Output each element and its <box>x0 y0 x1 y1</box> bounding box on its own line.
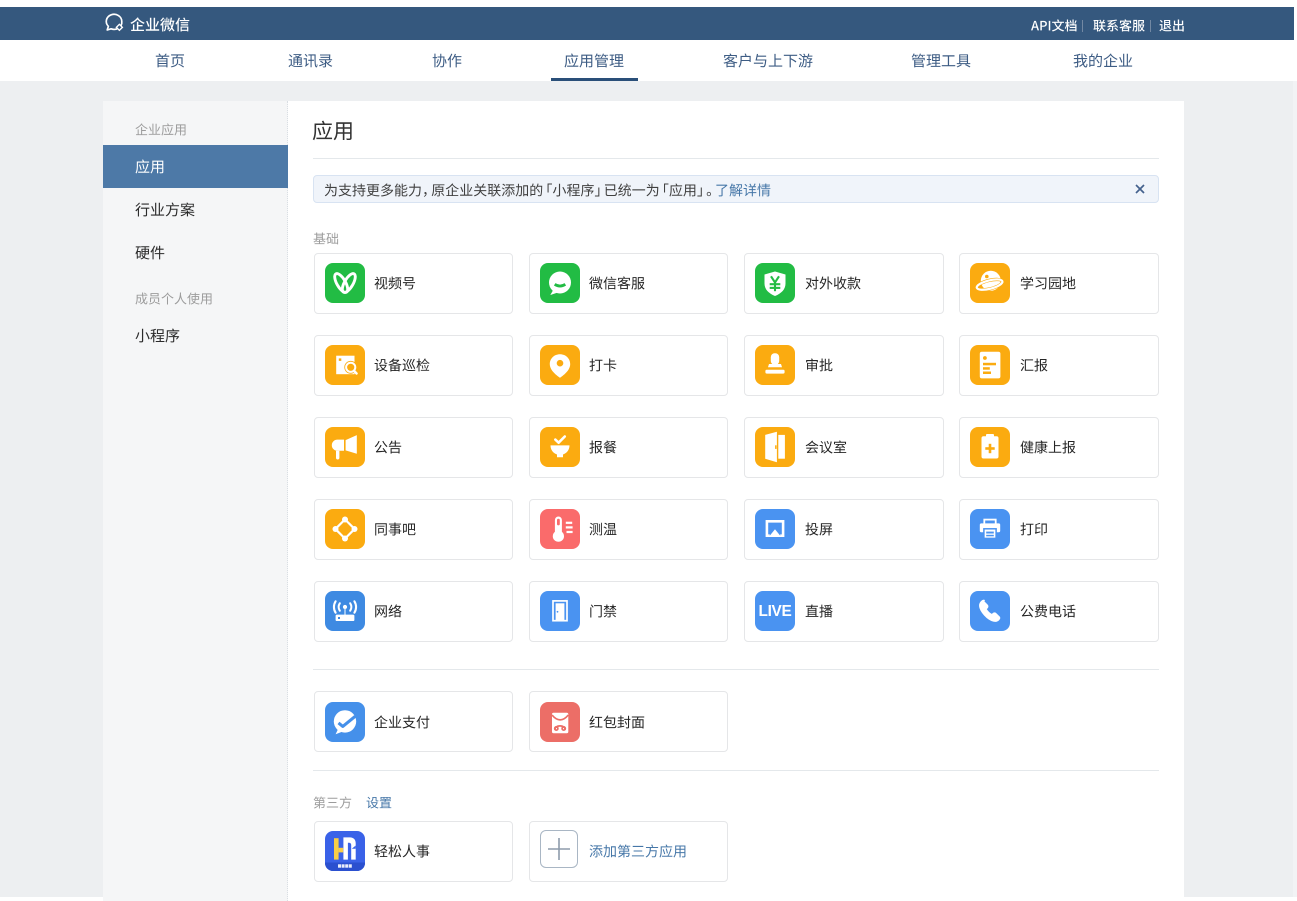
svg-text:LIVE: LIVE <box>758 603 791 620</box>
